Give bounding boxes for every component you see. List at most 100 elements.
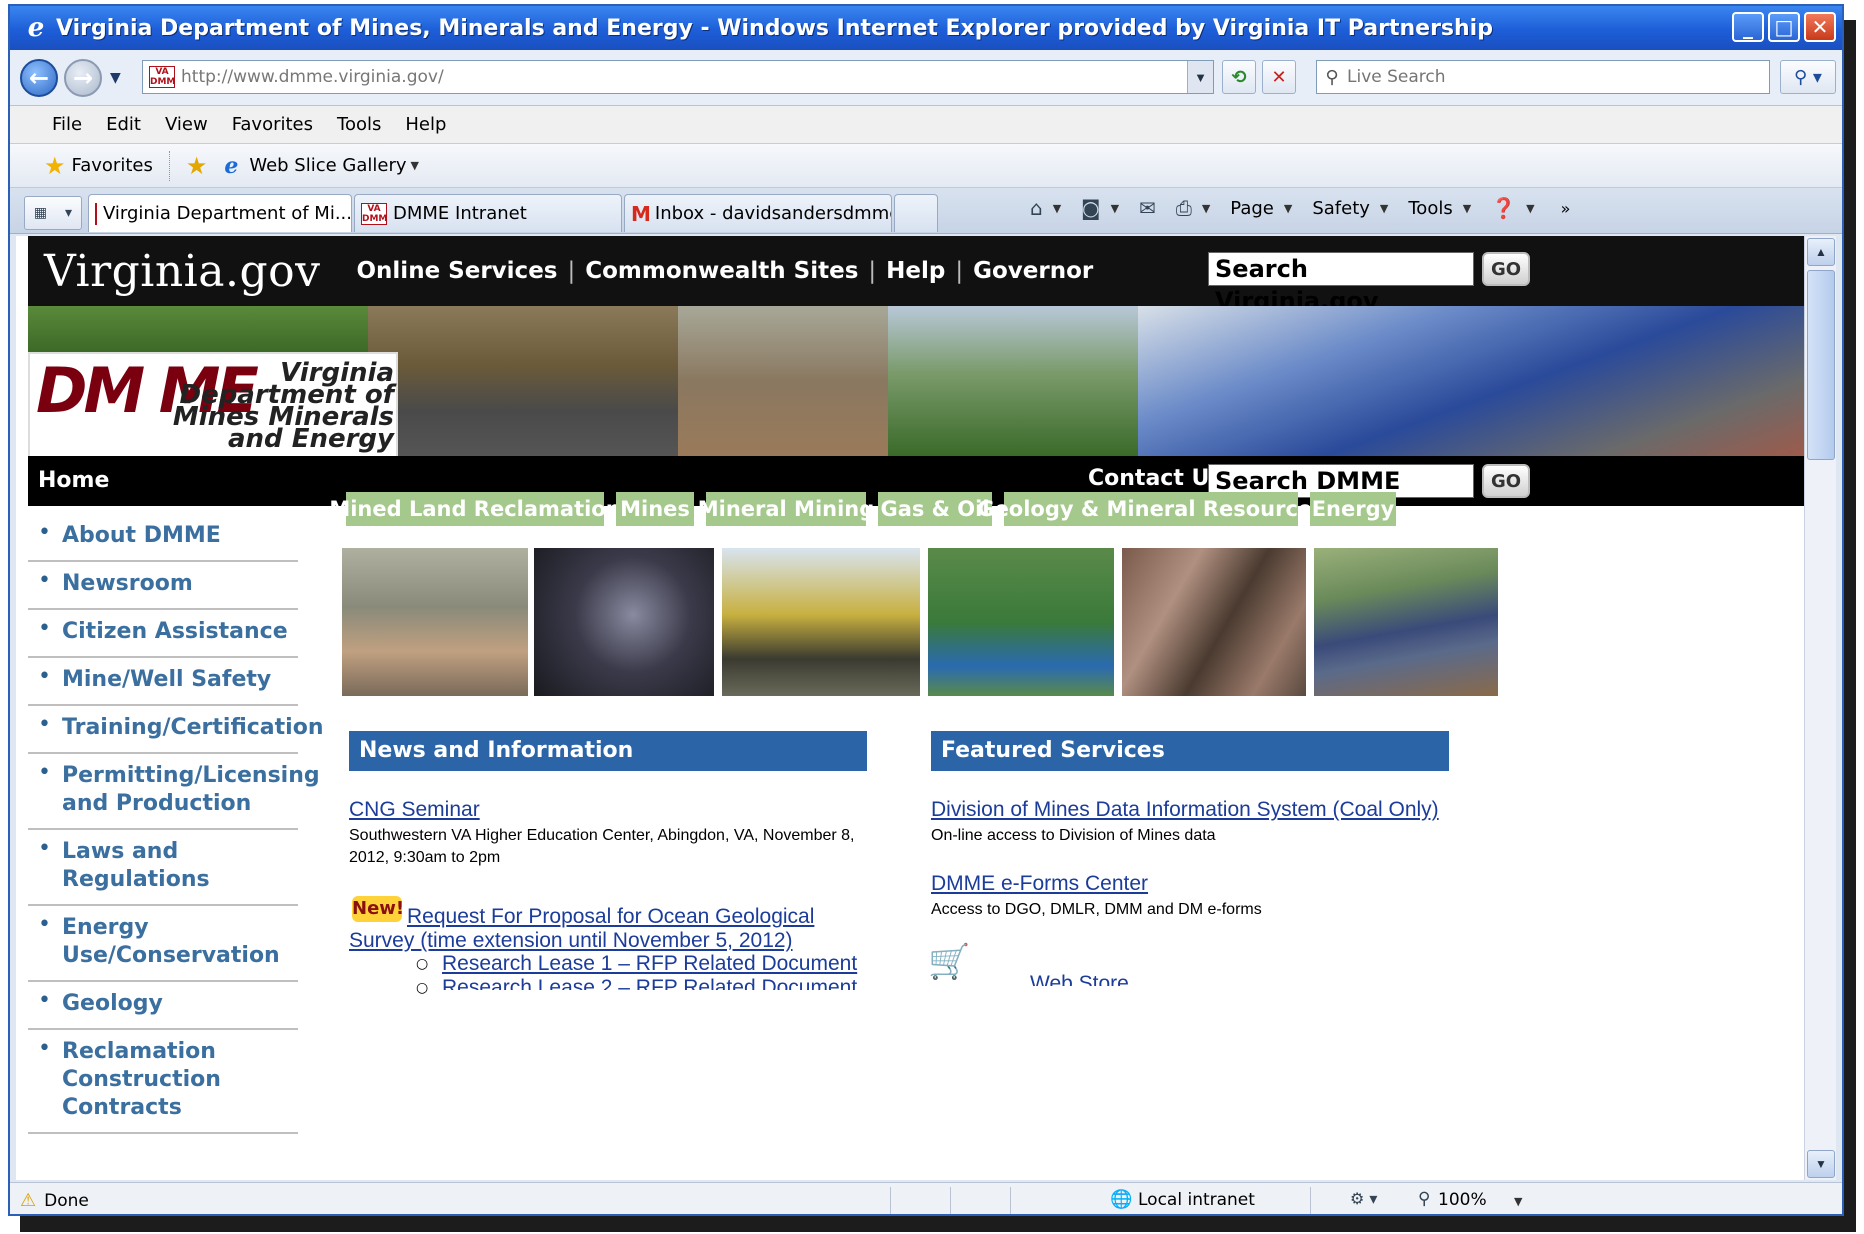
left-nav-laws[interactable]: Laws and Regulations [62,839,210,892]
zoom-level[interactable]: 100% [1438,1190,1487,1210]
search-dmme-go-button[interactable]: GO [1482,464,1530,498]
left-nav-about[interactable]: About DMME [62,523,221,548]
home-dropdown-icon[interactable]: ▼ [1053,202,1061,215]
address-bar[interactable]: VADMME http://www.dmme.virginia.gov/ ▼ [142,60,1214,94]
left-nav-item[interactable]: Permitting/Licensing and Production [28,754,320,830]
web-slice-gallery-button[interactable]: Web Slice Gallery [249,155,406,176]
print-icon[interactable]: ⎙ [1176,196,1192,220]
forward-button[interactable]: → [64,59,102,97]
mines-data-system-link[interactable]: Division of Mines Data Information Syste… [931,798,1439,822]
tab-gmail-inbox[interactable]: M Inbox - davidsandersdmme@... [624,194,892,232]
news-rfp-ocean-survey-link[interactable]: Request For Proposal for Ocean Geologica… [349,905,849,953]
tools-menu[interactable]: Tools [1408,198,1452,219]
web-slice-dropdown-icon[interactable]: ▼ [411,159,419,172]
address-dropdown-icon[interactable]: ▼ [1187,61,1213,93]
tab-geology-mineral-resources[interactable]: Geology & Mineral Resources [977,492,1325,526]
nav-help[interactable]: Help [886,258,945,284]
safety-dropdown-icon[interactable]: ▼ [1380,202,1388,215]
photo-rock-outcrop[interactable] [1122,548,1306,696]
tab-gas-oil[interactable]: Gas & Oil [878,492,992,526]
tab-mineral-mining[interactable]: Mineral Mining [698,492,874,526]
add-favorite-icon[interactable]: ★ [186,152,208,180]
maximize-button[interactable]: □ [1768,12,1800,42]
left-nav-citizen-assistance[interactable]: Citizen Assistance [62,619,288,644]
page-menu[interactable]: Page [1230,198,1274,219]
stop-icon[interactable]: ✕ [1262,60,1296,94]
left-nav-item[interactable]: Laws and Regulations [28,830,298,906]
left-nav-item[interactable]: Newsroom [28,562,298,610]
address-url[interactable]: http://www.dmme.virginia.gov/ [181,67,444,87]
tab-energy[interactable]: Energy [1310,492,1396,526]
dmme-logo[interactable]: DM ME Virginia Department of Mines Miner… [28,352,398,456]
virginia-gov-logo[interactable]: Virginia.gov [44,246,321,297]
tab-mined-land-reclamation[interactable]: Mined Land Reclamation [329,492,621,526]
help-dropdown-icon[interactable]: ▼ [1526,202,1534,215]
news-cng-seminar-link[interactable]: CNG Seminar [349,798,480,822]
tab-mines[interactable]: Mines [616,492,694,526]
nav-online-services[interactable]: Online Services [357,258,558,284]
left-nav-geology[interactable]: Geology [62,991,163,1016]
menu-favorites[interactable]: Favorites [222,112,323,137]
scroll-up-icon[interactable]: ▲ [1807,238,1835,266]
photo-gas-drilling-site[interactable] [928,548,1114,696]
live-search-box[interactable]: ⚲ [1316,60,1770,94]
tab-list-dropdown-icon[interactable]: ▾ [65,205,72,221]
zoom-dropdown-icon[interactable]: ▼ [1514,1195,1522,1208]
menu-view[interactable]: View [155,112,218,137]
photo-mining-loader[interactable] [722,548,920,696]
close-button[interactable]: ✕ [1804,12,1836,42]
left-nav-newsroom[interactable]: Newsroom [62,571,193,596]
favorites-button[interactable]: Favorites [72,155,153,176]
vertical-scrollbar[interactable]: ▲ ▼ [1804,236,1836,1180]
zoom-icon[interactable]: ⚲ [1418,1189,1430,1209]
scroll-thumb[interactable] [1807,270,1835,460]
search-go-button[interactable]: ⚲ ▾ [1780,60,1836,94]
scroll-down-icon[interactable]: ▼ [1807,1150,1835,1178]
photo-solar-array[interactable] [1314,548,1498,696]
tools-dropdown-icon[interactable]: ▼ [1463,202,1471,215]
feeds-icon[interactable]: ◙ [1081,196,1100,220]
mail-icon[interactable]: ✉ [1139,196,1156,220]
refresh-icon[interactable]: ⟲ [1222,60,1256,94]
left-nav-reclamation-contracts[interactable]: Reclamation Construction Contracts [62,1039,221,1120]
left-nav-item[interactable]: About DMME [28,514,298,562]
menu-file[interactable]: File [42,112,92,137]
live-search-input[interactable] [1347,67,1747,87]
left-nav-item[interactable]: Reclamation Construction Contracts [28,1030,298,1134]
tab-dmme[interactable]: VADMME Virginia Department of Mi... ✕ [88,194,352,232]
left-nav-item[interactable]: Citizen Assistance [28,610,298,658]
protected-mode-icon[interactable]: ⚙ ▾ [1350,1189,1377,1208]
research-lease-1-link[interactable]: Research Lease 1 – RFP Related Document [442,952,857,976]
photo-reclamation-inspectors[interactable] [342,548,528,696]
left-nav-item[interactable]: Geology [28,982,298,1030]
left-nav-energy-use[interactable]: Energy Use/Conservation [62,915,280,968]
recent-pages-dropdown[interactable]: ▼ [110,70,121,86]
left-nav-item[interactable]: Training/Certification [28,706,323,754]
minimize-button[interactable]: _ [1732,12,1764,42]
home-link[interactable]: Home [38,468,109,493]
nav-governor[interactable]: Governor [973,258,1093,284]
menu-tools[interactable]: Tools [327,112,391,137]
menu-edit[interactable]: Edit [96,112,151,137]
left-nav-permitting[interactable]: Permitting/Licensing and Production [62,763,320,816]
eforms-center-link[interactable]: DMME e-Forms Center [931,872,1148,896]
shopping-cart-icon[interactable]: 🛒 [928,942,1024,982]
help-icon[interactable]: ❓ [1491,196,1516,220]
new-tab-button[interactable] [894,194,938,232]
web-store-link[interactable]: Web Store [1030,972,1129,986]
nav-commonwealth-sites[interactable]: Commonwealth Sites [585,258,858,284]
menu-help[interactable]: Help [395,112,456,137]
print-dropdown-icon[interactable]: ▼ [1202,202,1210,215]
quick-tabs-button[interactable]: ▦ ▾ [24,196,82,230]
tab-dmme-intranet[interactable]: VADMME DMME Intranet [354,194,622,232]
search-virginia-gov-input[interactable]: Search Virginia.gov [1208,252,1474,315]
back-button[interactable]: ← [20,59,58,97]
page-dropdown-icon[interactable]: ▼ [1284,202,1292,215]
left-nav-training[interactable]: Training/Certification [62,715,323,740]
chevron-more-icon[interactable]: » [1561,199,1571,218]
left-nav-item[interactable]: Mine/Well Safety [28,658,298,706]
safety-menu[interactable]: Safety [1312,198,1370,219]
home-icon[interactable]: ⌂ [1030,196,1043,220]
left-nav-item[interactable]: Energy Use/Conservation [28,906,298,982]
search-virginia-gov-go-button[interactable]: GO [1482,252,1530,286]
